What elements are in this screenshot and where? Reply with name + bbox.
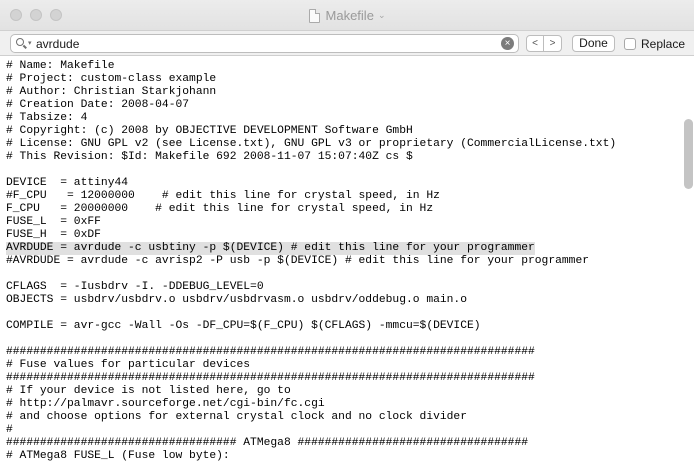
code-line[interactable]: # Fuse values for particular devices — [6, 359, 250, 372]
window-title[interactable]: Makefile — [326, 8, 374, 23]
code-line[interactable]: # Author: Christian Starkjohann — [6, 86, 216, 99]
find-bar: ▾ avrdude × < > Done Replace — [0, 31, 694, 56]
code-line[interactable]: # Tabsize: 4 — [6, 112, 87, 125]
code-line[interactable]: ########################################… — [6, 346, 535, 359]
find-previous-button[interactable]: < — [526, 35, 544, 52]
current-code-line[interactable]: AVRDUDE = avrdude -c usbtiny -p $(DEVICE… — [6, 242, 535, 255]
code-line[interactable]: CFLAGS = -Iusbdrv -I. -DDEBUG_LEVEL=0 — [6, 281, 264, 294]
find-next-button[interactable]: > — [544, 35, 562, 52]
code-line[interactable]: ########################################… — [6, 372, 535, 385]
code-line[interactable]: #AVRDUDE = avrdude -c avrisp2 -P usb -p … — [6, 255, 589, 268]
find-query-text[interactable]: avrdude — [35, 37, 501, 51]
code-line[interactable]: # http://palmavr.sourceforge.net/cgi-bin… — [6, 398, 325, 411]
window-title-area: Makefile ⌄ — [0, 0, 694, 31]
document-icon — [308, 8, 320, 23]
code-line[interactable]: # If your device is not listed here, go … — [6, 385, 291, 398]
code-line[interactable]: OBJECTS = usbdrv/usbdrv.o usbdrv/usbdrva… — [6, 294, 467, 307]
code-line[interactable]: F_CPU = 20000000 # edit this line for cr… — [6, 203, 433, 216]
code-line[interactable]: # License: GNU GPL v2 (see License.txt),… — [6, 138, 616, 151]
done-button[interactable]: Done — [572, 35, 615, 52]
clear-search-icon[interactable]: × — [501, 37, 514, 50]
code-line[interactable]: # Project: custom-class example — [6, 73, 216, 86]
code-line[interactable]: DEVICE = attiny44 — [6, 177, 128, 190]
replace-label: Replace — [641, 37, 686, 51]
find-field[interactable]: ▾ avrdude × — [10, 34, 519, 53]
title-menu-chevron-icon[interactable]: ⌄ — [378, 10, 386, 21]
code-line[interactable]: # Creation Date: 2008-04-07 — [6, 99, 189, 112]
title-bar: Makefile ⌄ — [0, 0, 694, 31]
replace-toggle[interactable]: Replace — [624, 37, 685, 51]
search-options-icon[interactable]: ▾ — [11, 35, 35, 52]
code-line[interactable]: FUSE_L = 0xFF — [6, 216, 101, 229]
code-line[interactable]: # ATMega8 FUSE_L (Fuse low byte): — [6, 450, 230, 463]
code-line[interactable]: # Name: Makefile — [6, 60, 114, 73]
code-line[interactable]: #F_CPU = 12000000 # edit this line for c… — [6, 190, 440, 203]
code-line[interactable]: FUSE_H = 0xDF — [6, 229, 101, 242]
find-navigation: < > — [526, 35, 562, 53]
vertical-scrollbar[interactable] — [684, 119, 693, 189]
code-line[interactable]: ################################## ATMeg… — [6, 437, 528, 450]
code-line[interactable]: # Copyright: (c) 2008 by OBJECTIVE DEVEL… — [6, 125, 413, 138]
code-line[interactable]: # and choose options for external crysta… — [6, 411, 467, 424]
replace-checkbox[interactable] — [624, 38, 636, 50]
editor-window: Makefile ⌄ ▾ avrdude × < > Done Replace … — [0, 0, 694, 469]
code-line[interactable]: COMPILE = avr-gcc -Wall -Os -DF_CPU=$(F_… — [6, 320, 481, 333]
code-line[interactable]: # This Revision: $Id: Makefile 692 2008-… — [6, 151, 413, 164]
code-line[interactable]: # — [6, 424, 13, 437]
code-editor[interactable]: # Name: Makefile # Project: custom-class … — [0, 57, 694, 469]
